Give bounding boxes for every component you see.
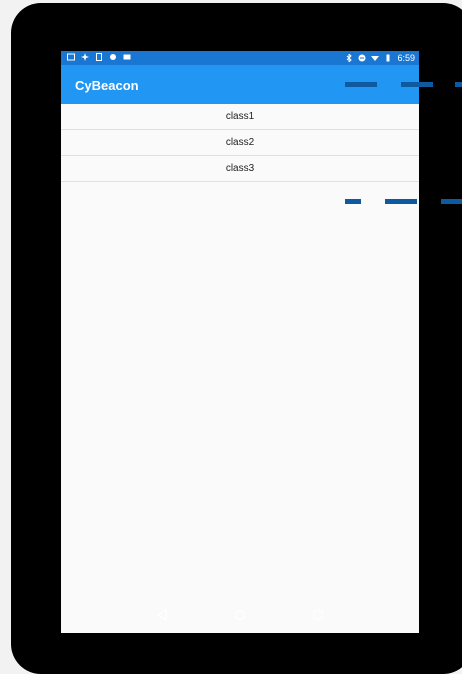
decorative-dash (401, 82, 433, 87)
back-button[interactable] (152, 605, 172, 625)
status-time: 6:59 (397, 53, 415, 63)
home-icon (234, 609, 246, 621)
android-icon (110, 54, 116, 60)
fan-icon (81, 53, 89, 61)
status-left-icons (67, 53, 131, 61)
status-bar: 6:59 (61, 51, 419, 65)
do-not-disturb-icon (358, 54, 366, 62)
app-screen: 6:59 CyBeacon class1 class2 class3 (61, 51, 419, 633)
list-item[interactable]: class2 (61, 130, 419, 156)
battery-icon (386, 54, 390, 62)
list-item[interactable]: class1 (61, 104, 419, 130)
class-list: class1 class2 class3 (61, 104, 419, 182)
list-item-label: class1 (225, 111, 255, 122)
bluetooth-icon (347, 54, 353, 62)
app-title: CyBeacon (75, 78, 139, 93)
decorative-dash (455, 82, 462, 87)
sim-icon (96, 53, 102, 61)
decorative-dash (385, 199, 417, 204)
list-item-label: class2 (225, 137, 255, 148)
wifi-icon (371, 56, 380, 61)
image-icon (67, 53, 75, 61)
recents-button[interactable] (308, 605, 328, 625)
photo-icon (123, 54, 131, 60)
list-item-label: class3 (225, 163, 255, 174)
list-item[interactable]: class3 (61, 156, 419, 182)
decorative-dash (345, 199, 361, 204)
decorative-dash (441, 199, 462, 204)
status-right-icons: 6:59 (345, 53, 415, 63)
decorative-dash (345, 82, 377, 87)
recents-icon (313, 610, 323, 620)
navigation-bar (61, 600, 419, 630)
back-icon (156, 609, 167, 621)
home-button[interactable] (230, 605, 250, 625)
